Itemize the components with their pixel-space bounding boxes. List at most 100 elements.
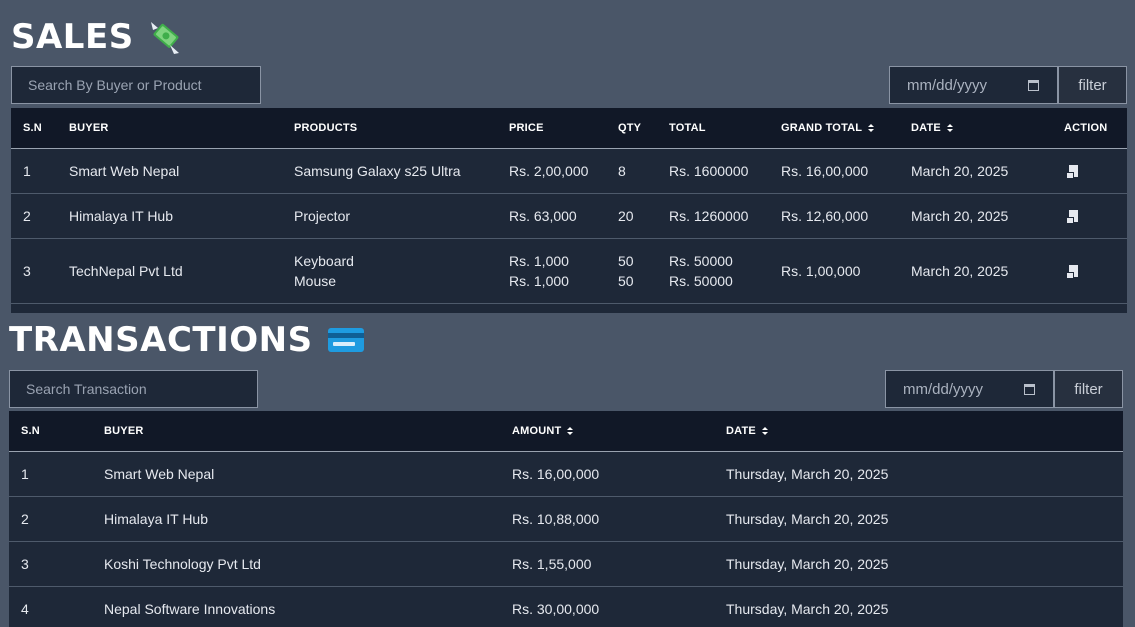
sales-header-grand-total[interactable]: GRAND TOTAL — [781, 108, 875, 148]
sales-date-input[interactable]: mm/dd/yyyy — [889, 66, 1058, 104]
sales-search-input[interactable]: Search By Buyer or Product — [11, 66, 261, 104]
date-cell: Thursday, March 20, 2025 — [726, 556, 889, 572]
date-cell: Thursday, March 20, 2025 — [726, 511, 889, 527]
total-line: Rs. 50000 — [669, 273, 733, 289]
sort-icon[interactable] — [567, 427, 574, 435]
table-row: 1 Smart Web Nepal Samsung Galaxy s25 Ult… — [11, 149, 1127, 194]
buyer-cell: Nepal Software Innovations — [104, 601, 276, 617]
date-cell: March 20, 2025 — [911, 163, 1009, 179]
sn-cell: 2 — [23, 208, 31, 224]
product-cell: Keyboard Mouse — [294, 239, 354, 303]
sales-filter-button[interactable]: filter — [1058, 66, 1127, 104]
sales-header-products: PRODUCTS — [294, 122, 358, 134]
transactions-table: S.N BUYER AMOUNT DATE 1 Smart Web Nepal … — [9, 411, 1123, 627]
sales-date-placeholder: mm/dd/yyyy — [907, 76, 988, 94]
date-cell: Thursday, March 20, 2025 — [726, 601, 889, 617]
transaction-filter-label: filter — [1074, 380, 1103, 398]
money-with-wings-icon — [150, 22, 179, 54]
amount-cell: Rs. 1,55,000 — [512, 556, 592, 572]
action-cell — [1066, 149, 1078, 193]
calendar-icon[interactable] — [1024, 384, 1035, 395]
product-line: Keyboard — [294, 253, 354, 269]
transactions-header-buyer: BUYER — [104, 425, 144, 437]
sales-header-qty: QTY — [618, 122, 642, 134]
price-line: Rs. 1,000 — [509, 273, 569, 289]
amount-cell: Rs. 10,88,000 — [512, 511, 600, 527]
transactions-header-amount[interactable]: AMOUNT — [512, 411, 574, 451]
table-row: 1 Smart Web Nepal Rs. 16,00,000 Thursday… — [9, 452, 1123, 497]
date-header-label: DATE — [911, 122, 941, 134]
transactions-header-date[interactable]: DATE — [726, 411, 768, 451]
sales-title-text: SALES — [11, 17, 134, 57]
transactions-header-sn: S.N — [21, 425, 40, 437]
sort-icon[interactable] — [761, 427, 768, 435]
product-line: Mouse — [294, 273, 337, 289]
sn-cell: 4 — [21, 601, 29, 617]
sales-header-price: PRICE — [509, 122, 544, 134]
receipt-icon[interactable] — [1066, 265, 1078, 279]
sales-header-date[interactable]: DATE — [911, 108, 953, 148]
receipt-icon[interactable] — [1066, 210, 1078, 224]
receipt-icon[interactable] — [1066, 165, 1078, 179]
sales-table-header: S.N BUYER PRODUCTS PRICE QTY TOTAL GRAND… — [11, 108, 1127, 149]
sort-icon[interactable] — [868, 124, 875, 132]
total-cell: Rs. 1260000 — [669, 208, 749, 224]
sales-header-buyer: BUYER — [69, 122, 109, 134]
table-row: 2 Himalaya IT Hub Rs. 10,88,000 Thursday… — [9, 497, 1123, 542]
buyer-cell: TechNepal Pvt Ltd — [69, 263, 183, 279]
total-line: Rs. 50000 — [669, 253, 733, 269]
transaction-search-input[interactable]: Search Transaction — [9, 370, 258, 408]
grand-total-cell: Rs. 1,00,000 — [781, 263, 861, 279]
price-cell: Rs. 1,000 Rs. 1,000 — [509, 239, 569, 303]
calendar-icon[interactable] — [1028, 80, 1039, 91]
buyer-cell: Himalaya IT Hub — [69, 208, 174, 224]
price-cell: Rs. 2,00,000 — [509, 163, 589, 179]
transactions-title-text: TRANSACTIONS — [9, 320, 313, 360]
date-cell: March 20, 2025 — [911, 263, 1009, 279]
product-cell: Samsung Galaxy s25 Ultra — [294, 163, 461, 179]
sn-cell: 3 — [21, 556, 29, 572]
date-cell: March 20, 2025 — [911, 208, 1009, 224]
total-cell: Rs. 50000 Rs. 50000 — [669, 239, 733, 303]
amount-cell: Rs. 30,00,000 — [512, 601, 600, 617]
sales-header-action: ACTION — [1064, 122, 1108, 134]
credit-card-icon — [327, 328, 364, 352]
buyer-cell: Himalaya IT Hub — [104, 511, 209, 527]
qty-line: 50 — [618, 253, 634, 269]
amount-cell: Rs. 16,00,000 — [512, 466, 600, 482]
grand-total-cell: Rs. 16,00,000 — [781, 163, 869, 179]
grand-total-cell: Rs. 12,60,000 — [781, 208, 869, 224]
grand-total-header-label: GRAND TOTAL — [781, 122, 863, 134]
price-line: Rs. 1,000 — [509, 253, 569, 269]
total-cell: Rs. 1600000 — [669, 163, 749, 179]
transaction-filter-button[interactable]: filter — [1054, 370, 1123, 408]
table-row: 4 Nepal Software Innovations Rs. 30,00,0… — [9, 587, 1123, 627]
qty-cell: 50 50 — [618, 239, 634, 303]
buyer-cell: Smart Web Nepal — [104, 466, 215, 482]
table-row: 2 Himalaya IT Hub Projector Rs. 63,000 2… — [11, 194, 1127, 239]
date-cell: Thursday, March 20, 2025 — [726, 466, 889, 482]
buyer-cell: Koshi Technology Pvt Ltd — [104, 556, 261, 572]
sort-icon[interactable] — [946, 124, 953, 132]
product-cell: Projector — [294, 208, 351, 224]
transaction-date-input[interactable]: mm/dd/yyyy — [885, 370, 1054, 408]
amount-header-label: AMOUNT — [512, 425, 562, 437]
sn-cell: 3 — [23, 263, 31, 279]
sn-cell: 1 — [23, 163, 31, 179]
transactions-table-header: S.N BUYER AMOUNT DATE — [9, 411, 1123, 452]
price-cell: Rs. 63,000 — [509, 208, 577, 224]
qty-cell: 8 — [618, 163, 626, 179]
action-cell — [1066, 194, 1078, 238]
buyer-cell: Smart Web Nepal — [69, 163, 180, 179]
qty-line: 50 — [618, 273, 634, 289]
action-cell — [1066, 239, 1078, 303]
sales-title: SALES — [11, 17, 182, 57]
transactions-title: TRANSACTIONS — [9, 320, 365, 360]
transaction-date-placeholder: mm/dd/yyyy — [903, 380, 984, 398]
table-row: 3 TechNepal Pvt Ltd Keyboard Mouse Rs. 1… — [11, 239, 1127, 304]
sales-header-total: TOTAL — [669, 122, 706, 134]
table-row: 3 Koshi Technology Pvt Ltd Rs. 1,55,000 … — [9, 542, 1123, 587]
transaction-search-placeholder: Search Transaction — [26, 381, 147, 397]
sales-header-sn: S.N — [23, 122, 42, 134]
sales-table: S.N BUYER PRODUCTS PRICE QTY TOTAL GRAND… — [11, 108, 1127, 313]
